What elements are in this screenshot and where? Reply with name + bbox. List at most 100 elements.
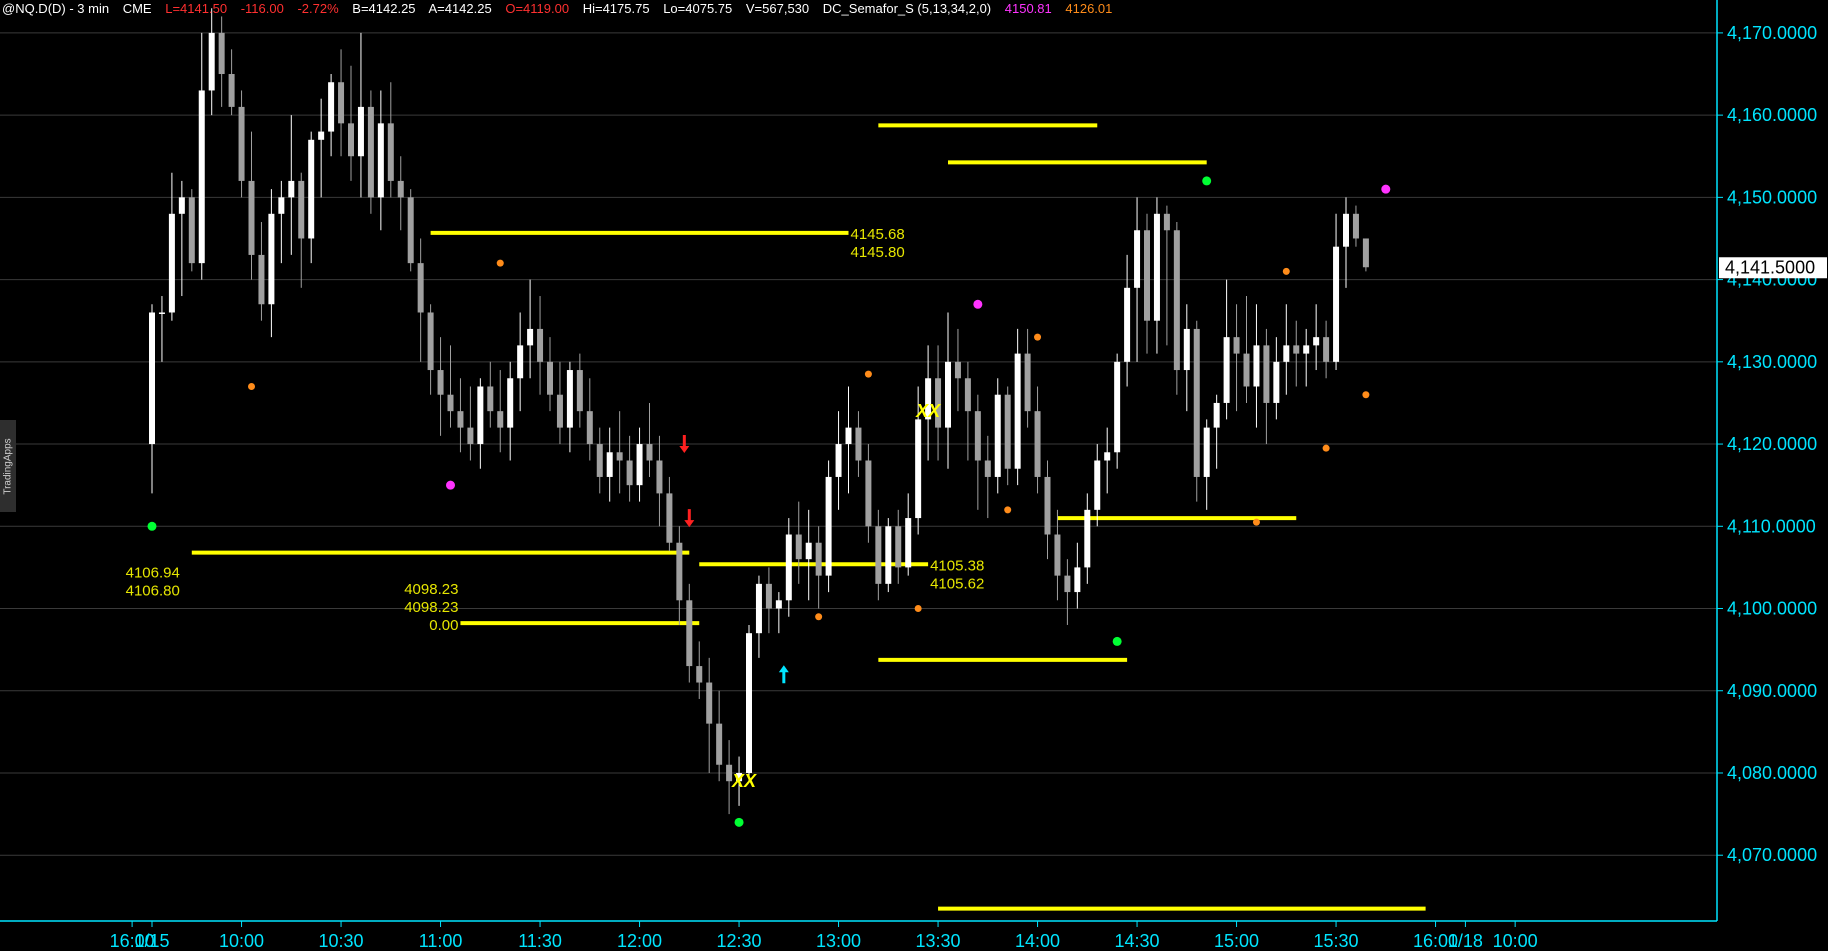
candle-body-2 xyxy=(168,213,175,313)
semafor-dot-magenta xyxy=(1381,184,1391,194)
candle-body-84 xyxy=(984,460,991,477)
candle-body-98 xyxy=(1124,287,1131,362)
header-indicator-value-2: 4126.01 xyxy=(1065,1,1112,16)
candle-body-110 xyxy=(1243,353,1250,387)
xx-marker: XX xyxy=(731,771,757,791)
candle-body-111 xyxy=(1253,345,1260,387)
level-value-label: 4106.80 xyxy=(126,583,180,600)
candle-body-68 xyxy=(825,476,832,576)
y-tick-label-4150: 4,150.0000 xyxy=(1727,187,1817,207)
candle-body-28 xyxy=(427,312,434,371)
candle-body-95 xyxy=(1094,460,1101,510)
candle-body-74 xyxy=(885,526,892,584)
candle-body-57 xyxy=(716,723,723,765)
x-tick-label: 12:30 xyxy=(717,931,762,951)
semafor-dot-orange xyxy=(1362,391,1370,399)
header-open: O=4119.00 xyxy=(505,1,569,16)
header-change-pct: -2.72% xyxy=(297,1,339,16)
candle-body-10 xyxy=(248,180,255,255)
candle-body-38 xyxy=(527,328,534,346)
candle-body-99 xyxy=(1134,230,1141,288)
header-symbol: @NQ.D(D) - 3 min xyxy=(2,1,109,16)
candle-body-89 xyxy=(1034,411,1041,477)
level-value-label: 4098.23 xyxy=(404,581,458,598)
candle-body-22 xyxy=(367,106,374,198)
arrow-down-red xyxy=(684,509,695,528)
semafor-dots-layer xyxy=(147,176,1391,827)
x-tick-label: 14:00 xyxy=(1015,931,1060,951)
candle-body-42 xyxy=(566,370,573,428)
candle-body-70 xyxy=(845,427,852,445)
candle-body-107 xyxy=(1213,402,1220,428)
candle-body-121 xyxy=(1352,213,1359,239)
candle-body-91 xyxy=(1054,534,1061,576)
header-exchange: CME xyxy=(123,1,152,16)
header-bar: @NQ.D(D) - 3 min CME L=4141.50 -116.00 -… xyxy=(2,1,1112,16)
level-value-label: 4098.23 xyxy=(404,599,458,616)
header-volume: V=567,530 xyxy=(746,1,809,16)
y-tick-label-4160: 4,160.0000 xyxy=(1727,105,1817,125)
side-tab-label: TradingApps xyxy=(2,437,14,495)
candle-body-51 xyxy=(656,460,663,494)
y-tick-label-4130: 4,130.0000 xyxy=(1727,352,1817,372)
candle-body-65 xyxy=(795,534,802,560)
candle-body-88 xyxy=(1024,353,1031,412)
candle-body-64 xyxy=(785,534,792,601)
level-value-label: 0.00 xyxy=(429,617,458,634)
candle-body-8 xyxy=(228,74,235,107)
y-tick-label-4090: 4,090.0000 xyxy=(1727,681,1817,701)
candle-body-96 xyxy=(1104,452,1111,461)
candle-body-48 xyxy=(626,460,633,486)
tradingapps-side-tab[interactable]: TradingApps xyxy=(0,420,16,512)
candle-body-11 xyxy=(258,254,265,305)
candle-body-45 xyxy=(596,444,603,477)
candle-body-14 xyxy=(288,180,295,198)
candle-body-0 xyxy=(149,312,155,445)
semafor-dot-orange xyxy=(1034,333,1042,341)
candle-body-56 xyxy=(706,682,713,724)
candle-body-24 xyxy=(387,123,394,181)
candle-body-92 xyxy=(1064,575,1071,593)
candle-body-83 xyxy=(974,411,981,461)
candle-body-118 xyxy=(1323,337,1330,362)
candle-body-108 xyxy=(1223,337,1230,403)
semafor-dot-orange xyxy=(496,259,504,267)
price-chart[interactable]: XXXX4145.684145.804106.944106.80 4098.234… xyxy=(0,0,1828,951)
candle-body-109 xyxy=(1233,337,1240,354)
header-indicator: DC_Semafor_S (5,13,34,2,0) xyxy=(823,1,991,16)
header-change: -116.00 xyxy=(241,1,284,16)
candle-body-43 xyxy=(576,370,583,412)
candle-body-34 xyxy=(487,386,494,412)
semafor-dot-orange xyxy=(815,613,823,621)
candle-body-49 xyxy=(636,444,643,486)
y-tick-label-4100: 4,100.0000 xyxy=(1727,599,1817,619)
candle-body-26 xyxy=(407,197,414,264)
candle-body-52 xyxy=(666,493,673,543)
candle-body-47 xyxy=(616,452,623,461)
arrow-up-cyan xyxy=(778,665,789,684)
candle-body-113 xyxy=(1273,361,1280,403)
candle-body-77 xyxy=(915,419,922,519)
y-tick-label-4120: 4,120.0000 xyxy=(1727,434,1817,454)
candle-body-97 xyxy=(1114,361,1121,453)
candle-body-7 xyxy=(218,32,225,75)
x-tick-label: 10:30 xyxy=(319,931,364,951)
candle-body-54 xyxy=(686,600,693,667)
candle-body-46 xyxy=(606,452,613,477)
level-value-label: 4145.80 xyxy=(851,244,905,261)
candle-body-31 xyxy=(457,411,464,428)
semafor-dot-green xyxy=(147,521,157,531)
candle-body-85 xyxy=(994,394,1001,477)
header-low: Lo=4075.75 xyxy=(663,1,732,16)
candle-body-36 xyxy=(507,378,514,428)
candle-body-37 xyxy=(517,345,524,379)
candle-body-18 xyxy=(328,82,335,132)
y-tick-label-4080: 4,080.0000 xyxy=(1727,763,1817,783)
semafor-dot-green xyxy=(734,817,744,827)
candle-body-71 xyxy=(855,427,862,461)
header-ask: A=4142.25 xyxy=(428,1,491,16)
semafor-dot-green xyxy=(1202,176,1212,186)
candle-body-101 xyxy=(1153,213,1160,321)
candle-body-21 xyxy=(357,106,364,157)
candle-body-29 xyxy=(437,370,444,395)
